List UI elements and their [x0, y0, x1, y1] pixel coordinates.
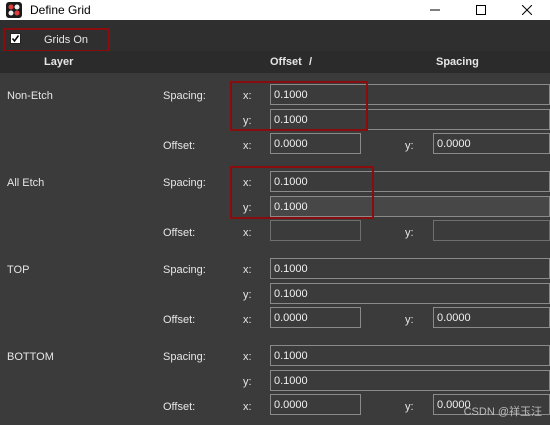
header-spacing: Spacing [436, 56, 479, 68]
y-label: y: [405, 314, 414, 326]
x-label: x: [243, 351, 252, 363]
x-label: x: [243, 227, 252, 239]
spacing-label: Spacing: [163, 177, 206, 189]
watermark: CSDN @祥玉汪 [463, 406, 542, 418]
spacing-label: Spacing: [163, 90, 206, 102]
header-offset: Offset [270, 56, 302, 68]
app-icon [6, 2, 22, 18]
title-bar: Define Grid [0, 0, 550, 20]
spacing-y-field[interactable]: 0.1000 [270, 370, 550, 391]
offset-y-field[interactable]: 0.0000 [433, 307, 550, 328]
y-label: y: [243, 289, 252, 301]
y-label: y: [405, 140, 414, 152]
spacing-x-field[interactable]: 0.1000 [270, 345, 550, 366]
spacing-label: Spacing: [163, 264, 206, 276]
window-title: Define Grid [30, 3, 91, 17]
non-etch-spacing-highlight [230, 81, 368, 131]
spacing-label: Spacing: [163, 351, 206, 363]
layer-name: Non-Etch [7, 90, 53, 102]
offset-label: Offset: [163, 401, 196, 413]
offset-label: Offset: [163, 140, 196, 152]
spacing-y-field[interactable]: 0.1000 [270, 283, 550, 304]
layer-name: TOP [7, 264, 30, 276]
offset-y-field[interactable]: 0.0000 [433, 133, 550, 154]
x-label: x: [243, 314, 252, 326]
maximize-icon [476, 5, 486, 15]
x-label: x: [243, 401, 252, 413]
grids-on-checkbox[interactable] [10, 33, 21, 44]
x-label: x: [243, 140, 252, 152]
all-etch-spacing-highlight [230, 166, 374, 219]
offset-x-field[interactable]: 0.0000 [270, 307, 361, 328]
offset-y-field[interactable] [433, 220, 550, 241]
minimize-button[interactable] [412, 0, 458, 20]
header-layer: Layer [44, 56, 74, 68]
offset-x-field[interactable] [270, 220, 361, 241]
x-label: x: [243, 264, 252, 276]
grids-on-label: Grids On [44, 34, 89, 46]
column-header: Layer Offset / Spacing [0, 51, 550, 73]
checkmark-icon [11, 35, 20, 43]
header-slash: / [309, 56, 313, 68]
minimize-icon [430, 9, 440, 11]
offset-x-field[interactable]: 0.0000 [270, 394, 361, 415]
close-icon [522, 5, 532, 15]
offset-label: Offset: [163, 227, 196, 239]
layer-name: All Etch [7, 177, 45, 189]
offset-x-field[interactable]: 0.0000 [270, 133, 361, 154]
layer-name: BOTTOM [7, 351, 54, 363]
maximize-button[interactable] [458, 0, 504, 20]
y-label: y: [405, 401, 414, 413]
y-label: y: [405, 227, 414, 239]
spacing-x-field[interactable]: 0.1000 [270, 258, 550, 279]
offset-label: Offset: [163, 314, 196, 326]
close-button[interactable] [504, 0, 550, 20]
y-label: y: [243, 376, 252, 388]
